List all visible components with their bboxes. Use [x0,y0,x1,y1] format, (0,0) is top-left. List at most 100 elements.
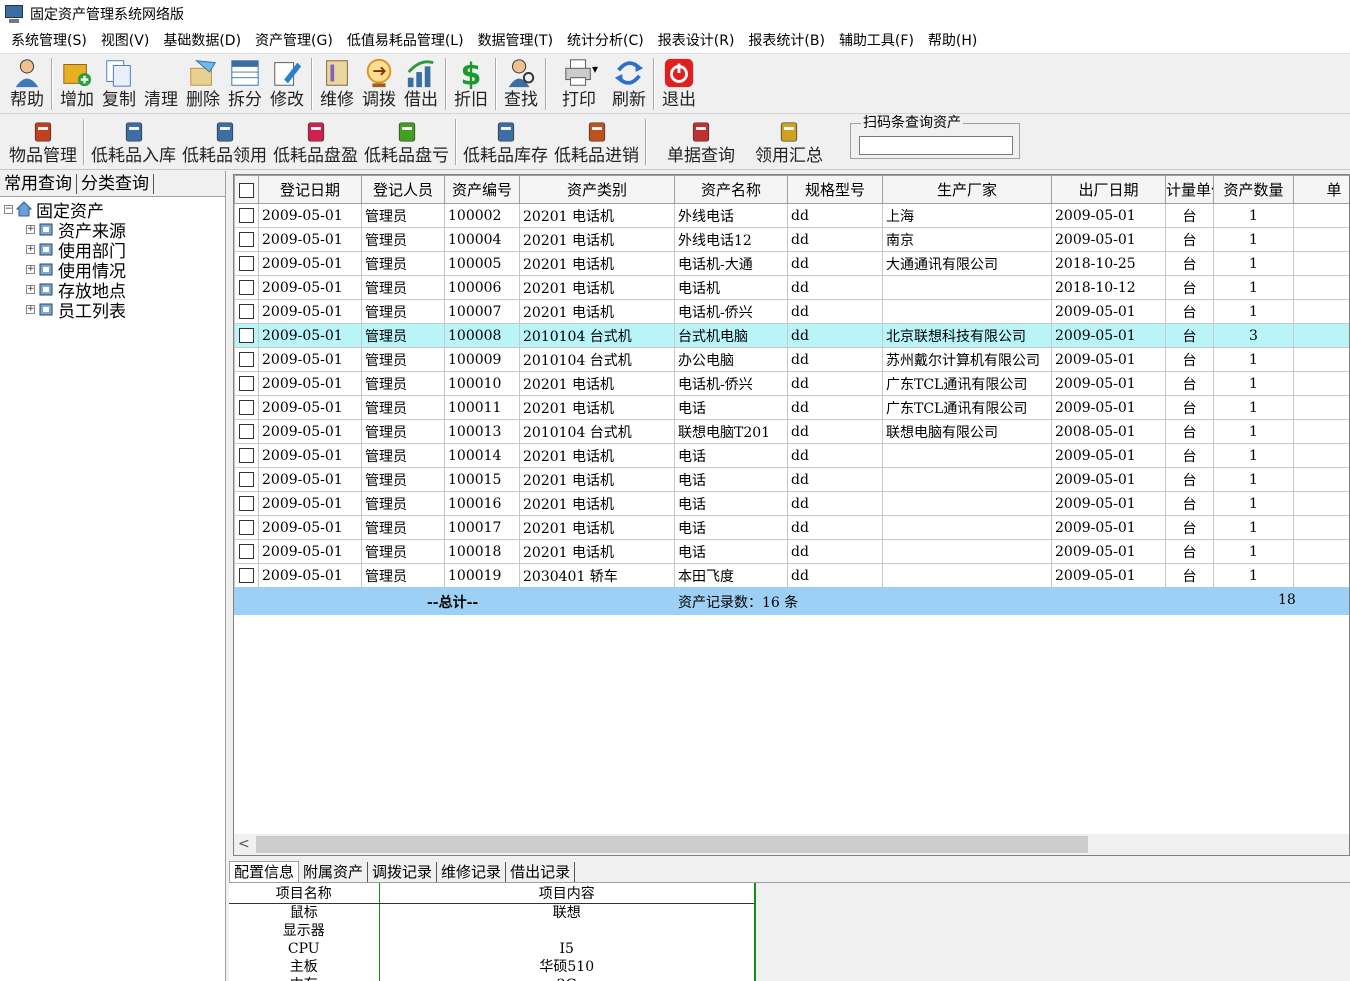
table-row[interactable]: 2009-05-01 管理员 100009 2010104 台式机 办公电脑 dd 苏州戴尔… [234,347,1349,372]
column-header[interactable]: 生产厂家 [882,175,1052,204]
horizontal-scrollbar[interactable]: < [234,834,1349,855]
row-checkbox[interactable] [239,568,254,583]
table-row[interactable]: 2009-05-01 管理员 100011 20201 电话机 电话 dd 广东TCL通讯有… [234,395,1349,420]
row-checkbox-cell[interactable] [234,539,259,564]
column-header[interactable]: 资产数量 [1213,175,1294,204]
toolbar-button[interactable]: 拆分 [224,54,266,112]
toolbar-button[interactable]: 刷新 [608,54,650,112]
detail-row[interactable]: 鼠标 联想 [229,903,754,922]
table-row[interactable]: 2009-05-01 管理员 100005 20201 电话机 电话机-大通 dd 大通通讯… [234,251,1349,276]
row-checkbox-cell[interactable] [234,275,259,300]
menu-item[interactable]: 统计分析(C) [560,28,651,54]
menu-item[interactable]: 资产管理(G) [248,28,340,54]
table-row[interactable]: 2009-05-01 管理员 100019 2030401 轿车 本田飞度 dd 2009-… [234,563,1349,588]
row-checkbox[interactable] [239,328,254,343]
table-row[interactable]: 2009-05-01 管理员 100002 20201 电话机 外线电话 dd 上海 2009… [234,203,1349,228]
table-row[interactable]: 2009-05-01 管理员 100016 20201 电话机 电话 dd 2009-05-… [234,491,1349,516]
row-checkbox[interactable] [239,472,254,487]
toolbar-button[interactable]: 帮助 [6,54,48,112]
expand-icon[interactable]: + [26,304,35,314]
consumables-button[interactable]: 物品管理 [6,115,80,169]
expand-icon[interactable]: + [26,284,35,294]
toolbar-button[interactable]: 查找 [500,54,542,112]
row-checkbox[interactable] [239,208,254,223]
table-row[interactable]: 2009-05-01 管理员 100015 20201 电话机 电话 dd 2009-05-… [234,467,1349,492]
toolbar-button[interactable]: 退出 [658,54,700,112]
table-row[interactable]: 2009-05-01 管理员 100004 20201 电话机 外线电话12 dd 南京 20… [234,227,1349,252]
toolbar-button[interactable]: 清理 [140,54,182,112]
expand-icon[interactable]: + [26,264,35,274]
detail-tab[interactable]: 配置信息 [229,861,300,882]
consumables-button[interactable]: 低耗品库存 [460,115,551,169]
tab-category-query[interactable]: 分类查询 [77,173,154,194]
detail-row[interactable]: CPU I5 [229,940,754,958]
row-checkbox-cell[interactable] [234,203,259,228]
row-checkbox[interactable] [239,496,254,511]
toolbar-button[interactable]: 删除 [182,54,224,112]
column-header[interactable]: 登记人员 [361,175,445,204]
table-row[interactable]: 2009-05-01 管理员 100007 20201 电话机 电话机-侨兴 dd 2009… [234,299,1349,324]
detail-row[interactable]: 内存2G [229,976,754,981]
menu-item[interactable]: 系统管理(S) [4,28,94,54]
menu-item[interactable]: 报表设计(R) [651,28,742,54]
row-checkbox-cell[interactable] [234,323,259,348]
menu-item[interactable]: 辅助工具(F) [832,28,921,54]
table-row[interactable]: 2009-05-01 管理员 100017 20201 电话机 电话 dd 2009-05-… [234,515,1349,540]
table-row[interactable]: 2009-05-01 管理员 100013 2010104 台式机 联想电脑T201 dd… [234,419,1349,444]
toolbar-button[interactable]: 复制 [98,54,140,112]
row-checkbox-cell[interactable] [234,251,259,276]
consumables-button[interactable]: 单据查询 [664,115,738,169]
expand-icon[interactable]: + [26,244,35,254]
row-checkbox-cell[interactable] [234,371,259,396]
detail-tab[interactable]: 附属资产 [299,862,369,882]
row-checkbox[interactable] [239,400,254,415]
column-header[interactable]: 资产编号 [444,175,520,204]
row-checkbox-cell[interactable] [234,347,259,372]
column-header[interactable]: 资产名称 [674,175,788,204]
consumables-button[interactable]: 低耗品进销 [551,115,642,169]
row-checkbox[interactable] [239,424,254,439]
toolbar-button[interactable]: $ 折旧 [450,54,492,112]
menu-item[interactable]: 基础数据(D) [156,28,248,54]
expand-icon[interactable]: + [26,224,35,234]
toolbar-button[interactable]: 打印 ▾ [550,54,608,112]
toolbar-button[interactable]: 修改 [266,54,308,112]
toolbar-button[interactable]: 借出 [400,54,442,112]
toolbar-button[interactable]: 维修 [316,54,358,112]
consumables-button[interactable]: 低耗品领用 [179,115,270,169]
row-checkbox-cell[interactable] [234,299,259,324]
column-header[interactable]: 单 [1293,175,1349,204]
row-checkbox[interactable] [239,376,254,391]
row-checkbox-cell[interactable] [234,227,259,252]
detail-tab[interactable]: 调拨记录 [368,862,438,882]
detail-tab[interactable]: 借出记录 [506,862,576,882]
row-checkbox[interactable] [239,448,254,463]
tab-common-query[interactable]: 常用查询 [0,173,77,194]
consumables-button[interactable]: 领用汇总 [752,115,826,169]
detail-row[interactable]: 主板 华硕510 [229,958,754,976]
menu-item[interactable]: 报表统计(B) [741,28,832,54]
consumables-button[interactable]: 低耗品盘亏 [361,115,452,169]
row-checkbox[interactable] [239,280,254,295]
table-row[interactable]: 2009-05-01 管理员 100010 20201 电话机 电话机-侨兴 dd 广东TC… [234,371,1349,396]
row-checkbox-cell[interactable] [234,419,259,444]
collapse-icon[interactable]: − [4,204,13,214]
column-header[interactable]: 出厂日期 [1051,175,1166,204]
select-all-checkbox[interactable] [234,175,259,204]
detail-row[interactable]: 显示器 [229,922,754,940]
scroll-thumb[interactable] [256,836,1088,853]
table-row[interactable]: 2009-05-01 管理员 100006 20201 电话机 电话机 dd 2018-10… [234,275,1349,300]
consumables-button[interactable]: 低耗品入库 [88,115,179,169]
row-checkbox[interactable] [239,352,254,367]
barcode-search-input[interactable] [859,136,1013,155]
tree-node[interactable]: + 员工列表 [0,299,225,322]
row-checkbox[interactable] [239,304,254,319]
row-checkbox-cell[interactable] [234,491,259,516]
column-header[interactable]: 规格型号 [787,175,883,204]
menu-item[interactable]: 数据管理(T) [471,28,560,54]
toolbar-button[interactable]: 增加 [56,54,98,112]
row-checkbox[interactable] [239,256,254,271]
table-row[interactable]: 2009-05-01 管理员 100018 20201 电话机 电话 dd 2009-05-… [234,539,1349,564]
row-checkbox[interactable] [239,232,254,247]
scroll-left-icon[interactable]: < [238,836,250,852]
